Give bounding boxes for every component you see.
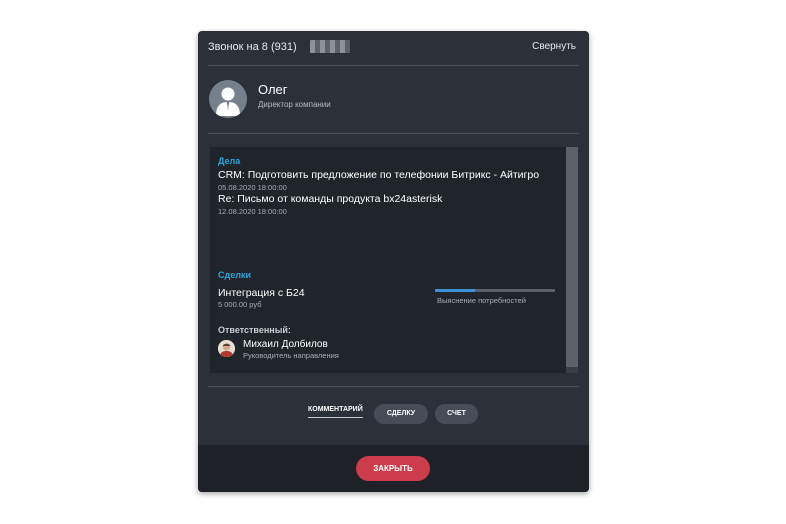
task-title[interactable]: Re: Письмо от команды продукта bx24aster… <box>218 193 442 205</box>
header-divider <box>208 65 579 66</box>
person-icon <box>216 87 240 116</box>
tab-invoice[interactable]: СЧЕТ <box>435 404 478 424</box>
panel-scrollbar[interactable] <box>566 147 578 373</box>
card-footer: ЗАКРЫТЬ <box>198 445 589 492</box>
panel-divider <box>208 386 579 387</box>
masked-phone-number <box>310 40 350 53</box>
responsible-name[interactable]: Михаил Долбилов <box>243 339 328 350</box>
contact-avatar <box>209 80 247 118</box>
task-date: 05.08.2020 18:00:00 <box>218 183 287 192</box>
call-header: Звонок на 8 (931) Свернуть <box>198 31 589 65</box>
deal-stage-label: Выяснение потребностей <box>437 296 526 305</box>
tab-comment[interactable]: КОММЕНТАРИЙ <box>308 406 363 418</box>
contact-divider <box>208 133 579 134</box>
contact-position: Директор компании <box>258 100 331 109</box>
tasks-section-label: Дела <box>218 156 241 166</box>
deals-section-label: Сделки <box>218 270 251 280</box>
details-panel[interactable]: Дела CRM: Подготовить предложение по тел… <box>210 147 578 373</box>
call-title: Звонок на 8 (931) <box>208 41 297 53</box>
deal-stage-progress-fill <box>435 289 475 292</box>
deal-amount: 5 000.00 руб <box>218 300 262 309</box>
deal-stage-progress <box>435 289 555 292</box>
task-date: 12.08.2020 18:00:00 <box>218 207 287 216</box>
tab-deal[interactable]: СДЕЛКУ <box>374 404 428 424</box>
scrollbar-end <box>566 367 578 373</box>
collapse-button[interactable]: Свернуть <box>532 41 576 52</box>
deal-title[interactable]: Интеграция с Б24 <box>218 287 305 299</box>
close-button[interactable]: ЗАКРЫТЬ <box>356 456 430 481</box>
call-card: Звонок на 8 (931) Свернуть Олег Директор… <box>198 31 589 492</box>
contact-name: Олег <box>258 82 288 97</box>
responsible-position: Руководитель направления <box>243 351 339 360</box>
responsible-label: Ответственный: <box>218 325 291 335</box>
person-photo <box>218 340 235 357</box>
task-title[interactable]: CRM: Подготовить предложение по телефони… <box>218 169 539 181</box>
responsible-avatar <box>218 340 235 357</box>
